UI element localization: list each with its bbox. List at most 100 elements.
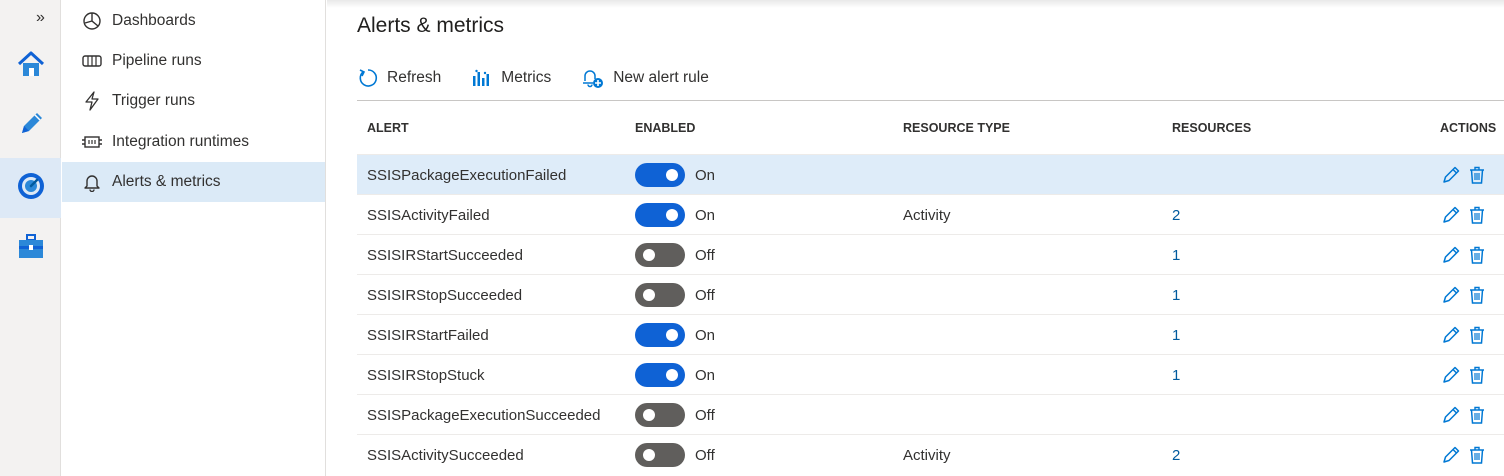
rail-item-monitor[interactable] bbox=[0, 158, 61, 218]
actions-cell bbox=[1440, 195, 1492, 235]
enabled-cell: On bbox=[635, 155, 715, 195]
edit-pencil-icon[interactable] bbox=[1440, 163, 1462, 187]
toggle-knob bbox=[643, 449, 655, 461]
table-row[interactable]: SSISPackageExecutionSucceeded Off bbox=[357, 394, 1504, 434]
delete-trash-icon[interactable] bbox=[1466, 443, 1488, 467]
alert-name: SSISPackageExecutionFailed bbox=[367, 166, 567, 184]
dashboard-icon bbox=[82, 11, 102, 31]
table-row[interactable]: SSISActivityFailed On Activity 2 bbox=[357, 194, 1504, 234]
enabled-status: On bbox=[695, 326, 716, 344]
toggle-knob bbox=[643, 409, 655, 421]
lightning-icon bbox=[82, 91, 102, 111]
enabled-toggle[interactable] bbox=[635, 323, 685, 347]
edit-pencil-icon[interactable] bbox=[1440, 323, 1462, 347]
alert-name: SSISIRStopSucceeded bbox=[367, 286, 523, 304]
resources-count-link[interactable]: 2 bbox=[1172, 435, 1180, 475]
delete-trash-icon[interactable] bbox=[1466, 363, 1488, 387]
edit-pencil-icon[interactable] bbox=[1440, 363, 1462, 387]
resources-count-link[interactable]: 2 bbox=[1172, 195, 1180, 235]
table-row[interactable]: SSISActivitySucceeded Off Activity 2 bbox=[357, 434, 1504, 474]
enabled-cell: Off bbox=[635, 395, 715, 435]
enabled-cell: On bbox=[635, 315, 715, 355]
delete-trash-icon[interactable] bbox=[1466, 403, 1488, 427]
delete-trash-icon[interactable] bbox=[1466, 283, 1488, 307]
actions-cell bbox=[1440, 155, 1492, 195]
enabled-cell: Off bbox=[635, 235, 715, 275]
table-header: ALERT ENABLED RESOURCE TYPE RESOURCES AC… bbox=[357, 100, 1504, 154]
table-row[interactable]: SSISIRStopSucceeded Off 1 bbox=[357, 274, 1504, 314]
actions-cell bbox=[1440, 275, 1492, 315]
alert-name: SSISIRStopStuck bbox=[367, 366, 485, 384]
rail-item-home[interactable] bbox=[0, 36, 61, 96]
subnav-item-label: Trigger runs bbox=[112, 92, 195, 109]
metrics-button[interactable]: Metrics bbox=[471, 67, 551, 89]
edit-pencil-icon[interactable] bbox=[1440, 403, 1462, 427]
main-content: Alerts & metrics Refresh Metrics New ale… bbox=[327, 0, 1504, 476]
alert-name: SSISIRStartFailed bbox=[367, 326, 489, 344]
rail-item-manage[interactable] bbox=[0, 218, 61, 278]
resources-count-link[interactable]: 1 bbox=[1172, 315, 1180, 355]
delete-trash-icon[interactable] bbox=[1466, 203, 1488, 227]
table-row[interactable]: SSISIRStartFailed On 1 bbox=[357, 314, 1504, 354]
alerts-table: ALERT ENABLED RESOURCE TYPE RESOURCES AC… bbox=[357, 100, 1504, 474]
table-row[interactable]: SSISIRStartSucceeded Off 1 bbox=[357, 234, 1504, 274]
expand-rail-icon[interactable]: » bbox=[36, 9, 45, 27]
toggle-knob bbox=[666, 369, 678, 381]
enabled-toggle[interactable] bbox=[635, 443, 685, 467]
home-icon bbox=[16, 49, 46, 84]
table-row[interactable]: SSISPackageExecutionFailed On bbox=[357, 154, 1504, 194]
table-row[interactable]: SSISIRStopStuck On 1 bbox=[357, 354, 1504, 394]
toggle-knob bbox=[666, 169, 678, 181]
rail-item-author[interactable] bbox=[0, 96, 61, 156]
resource-type: Activity bbox=[903, 446, 951, 464]
left-rail: » bbox=[0, 0, 61, 476]
table-body: SSISPackageExecutionFailed On SSISActivity… bbox=[357, 154, 1504, 474]
pencil-author-icon bbox=[16, 109, 46, 144]
new-alert-rule-label: New alert rule bbox=[613, 69, 709, 86]
alert-name: SSISActivityFailed bbox=[367, 206, 490, 224]
header-resources[interactable]: RESOURCES bbox=[1172, 121, 1251, 135]
subnav-item-label: Pipeline runs bbox=[112, 52, 202, 69]
header-resource-type[interactable]: RESOURCE TYPE bbox=[903, 121, 1010, 135]
pipeline-icon bbox=[82, 51, 102, 71]
alert-name: SSISIRStartSucceeded bbox=[367, 246, 523, 264]
subnav-item-label: Integration runtimes bbox=[112, 133, 249, 150]
header-enabled[interactable]: ENABLED bbox=[635, 121, 695, 135]
edit-pencil-icon[interactable] bbox=[1440, 243, 1462, 267]
enabled-cell: Off bbox=[635, 275, 715, 315]
delete-trash-icon[interactable] bbox=[1466, 163, 1488, 187]
subnav-item-integration-runtimes[interactable]: Integration runtimes bbox=[62, 122, 325, 162]
delete-trash-icon[interactable] bbox=[1466, 243, 1488, 267]
edit-pencil-icon[interactable] bbox=[1440, 283, 1462, 307]
edit-pencil-icon[interactable] bbox=[1440, 203, 1462, 227]
alert-name: SSISActivitySucceeded bbox=[367, 446, 524, 464]
subnav-item-trigger-runs[interactable]: Trigger runs bbox=[62, 81, 325, 121]
enabled-toggle[interactable] bbox=[635, 203, 685, 227]
enabled-toggle[interactable] bbox=[635, 283, 685, 307]
enabled-status: On bbox=[695, 166, 716, 184]
enabled-cell: Off bbox=[635, 435, 715, 475]
actions-cell bbox=[1440, 395, 1492, 435]
resources-count-link[interactable]: 1 bbox=[1172, 235, 1180, 275]
refresh-label: Refresh bbox=[387, 69, 442, 86]
refresh-button[interactable]: Refresh bbox=[357, 67, 441, 89]
header-alert[interactable]: ALERT bbox=[367, 121, 409, 135]
resources-count-link[interactable]: 1 bbox=[1172, 275, 1180, 315]
actions-cell bbox=[1440, 355, 1492, 395]
enabled-toggle[interactable] bbox=[635, 403, 685, 427]
subnav-item-pipeline-runs[interactable]: Pipeline runs bbox=[62, 41, 325, 81]
enabled-status: Off bbox=[695, 446, 715, 464]
enabled-toggle[interactable] bbox=[635, 163, 685, 187]
subnav-item-dashboards[interactable]: Dashboards bbox=[62, 1, 325, 41]
enabled-toggle[interactable] bbox=[635, 243, 685, 267]
subnav-item-alerts-metrics[interactable]: Alerts & metrics bbox=[62, 162, 325, 202]
edit-pencil-icon[interactable] bbox=[1440, 443, 1462, 467]
delete-trash-icon[interactable] bbox=[1466, 323, 1488, 347]
enabled-cell: On bbox=[635, 355, 715, 395]
subnav-item-label: Dashboards bbox=[112, 12, 196, 29]
enabled-toggle[interactable] bbox=[635, 363, 685, 387]
toggle-knob bbox=[643, 249, 655, 261]
resource-type: Activity bbox=[903, 206, 951, 224]
new-alert-rule-button[interactable]: New alert rule bbox=[581, 67, 709, 89]
resources-count-link[interactable]: 1 bbox=[1172, 355, 1180, 395]
